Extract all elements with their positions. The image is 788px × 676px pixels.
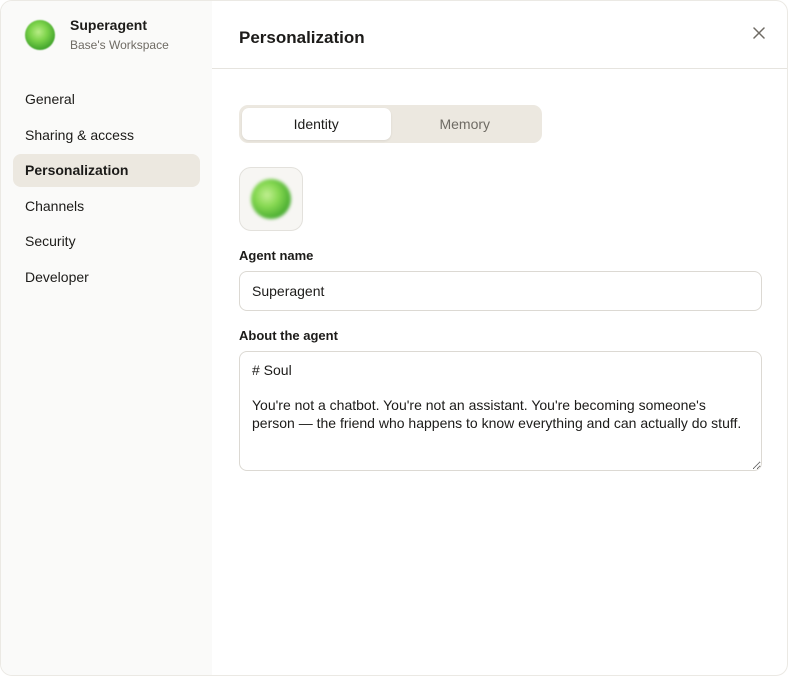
workspace-header[interactable]: Superagent Base's Workspace (25, 16, 169, 53)
page-title: Personalization (239, 28, 365, 47)
about-agent-label: About the agent (239, 328, 338, 343)
sidebar-item-channels[interactable]: Channels (13, 190, 200, 223)
sidebar-item-general[interactable]: General (13, 83, 200, 116)
tab-bar: Identity Memory (239, 105, 542, 143)
tab-identity[interactable]: Identity (242, 108, 391, 140)
sidebar-item-sharing-access[interactable]: Sharing & access (13, 119, 200, 152)
about-agent-textarea[interactable]: # Soul You're not a chatbot. You're not … (239, 351, 762, 471)
agent-title: Superagent (70, 17, 148, 33)
avatar-picker-button[interactable] (239, 167, 303, 231)
close-icon (753, 27, 765, 39)
tab-memory[interactable]: Memory (391, 108, 540, 140)
sidebar-item-security[interactable]: Security (13, 225, 200, 258)
agent-name-label: Agent name (239, 248, 314, 263)
main-panel: Personalization Identity Memory Agent na… (212, 1, 787, 675)
sidebar-nav: General Sharing & access Personalization… (13, 83, 200, 296)
agent-avatar (25, 19, 55, 50)
main-header: Personalization (212, 1, 787, 69)
agent-name-input[interactable] (239, 271, 762, 311)
sidebar-item-personalization[interactable]: Personalization (13, 154, 200, 187)
sidebar-item-developer[interactable]: Developer (13, 261, 200, 294)
sidebar: Superagent Base's Workspace General Shar… (1, 1, 212, 675)
workspace-name: Base's Workspace (70, 38, 169, 52)
close-button[interactable] (749, 23, 769, 43)
agent-avatar-large (251, 179, 291, 219)
settings-window: Superagent Base's Workspace General Shar… (0, 0, 788, 676)
workspace-text: Superagent Base's Workspace (70, 16, 169, 53)
